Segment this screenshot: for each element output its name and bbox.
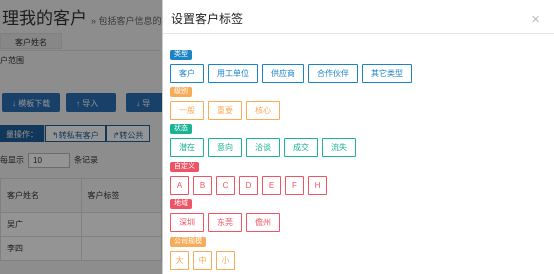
tag-group-label: 公司规模 xyxy=(170,237,206,247)
tag-option[interactable]: 流失 xyxy=(322,138,356,157)
tag-group: 自定义 A B C D E F H xyxy=(170,155,327,195)
tag-option[interactable]: H xyxy=(308,176,327,195)
tag-option[interactable]: 小 xyxy=(216,251,235,270)
tag-group-label: 地域 xyxy=(170,199,192,209)
close-icon[interactable]: × xyxy=(531,11,540,28)
tag-group: 公司类型 xyxy=(170,267,206,274)
tag-group-label: 类型 xyxy=(170,50,192,60)
tag-group-label: 级别 xyxy=(170,87,192,97)
tag-group-label: 自定义 xyxy=(170,162,199,172)
tag-group-label: 状态 xyxy=(170,124,192,134)
tag-group: 级别 一般 重要 核心 xyxy=(170,80,280,120)
modal-divider xyxy=(163,33,554,34)
tag-option[interactable]: 儋州 xyxy=(246,213,280,232)
tag-group: 类型 客户 用工单位 供应商 合作伙伴 其它类型 xyxy=(170,43,412,83)
tag-option[interactable]: F xyxy=(285,176,304,195)
tag-option[interactable]: 合作伙伴 xyxy=(308,64,358,83)
tag-group: 公司规模大中小 xyxy=(170,230,235,270)
tag-group: 地域 深圳 东莞 儋州 xyxy=(170,192,280,232)
set-customer-tags-modal: 设置客户标签 × 类型 客户 用工单位 供应商 合作伙伴 其它类型 级别 一般 重要 核心 状态 潜在… xyxy=(162,0,554,274)
tag-group: 状态 潜在 意向 洽谈 成交 流失 xyxy=(170,117,356,157)
tag-option[interactable]: 其它类型 xyxy=(362,64,412,83)
modal-title: 设置客户标签 xyxy=(171,12,244,26)
